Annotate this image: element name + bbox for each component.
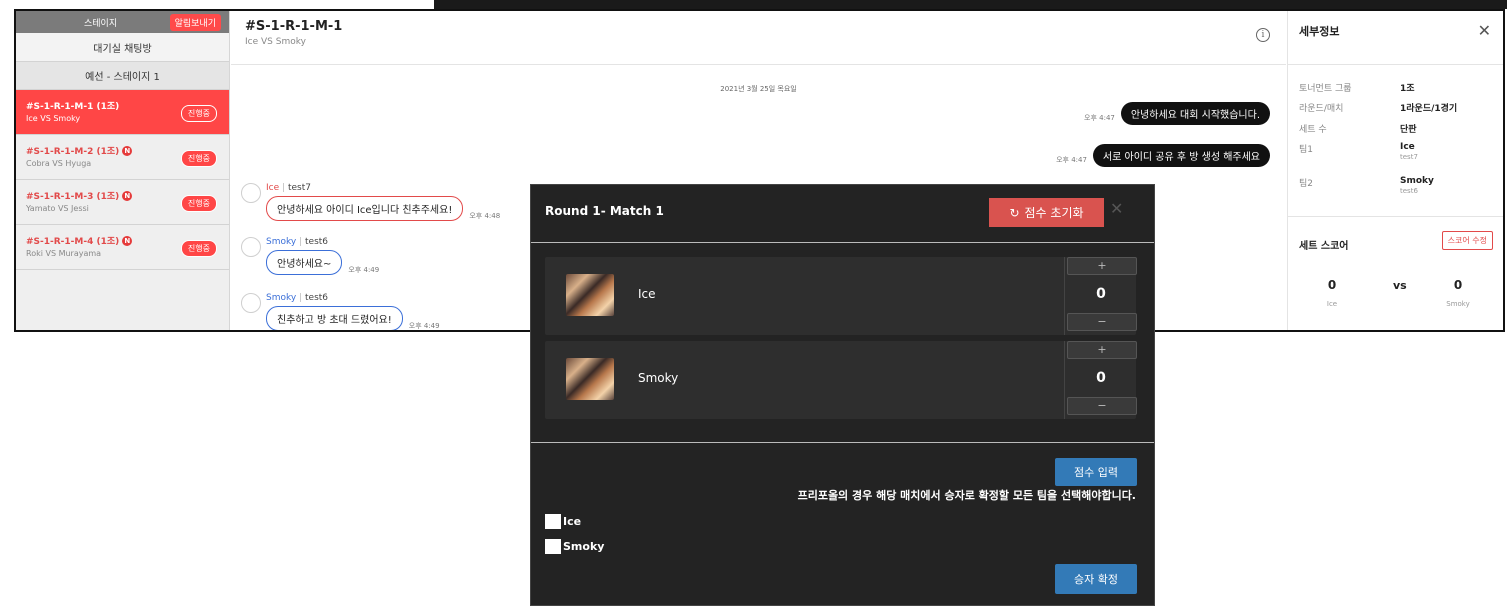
message-bubble: 안녕하세요~ — [266, 250, 343, 275]
message-time: 오후 4:49 — [408, 322, 440, 330]
freeforall-note: 프리포올의 경우 해당 매치에서 승자로 확정할 모든 팀을 선택해야합니다. — [797, 489, 1136, 502]
checkbox[interactable] — [545, 539, 561, 554]
team-score-row: Ice + 0 − — [545, 257, 1137, 335]
match-item-1[interactable]: #S-1-R-1-M-1 (1조) Ice VS Smoky 진행중 — [16, 90, 229, 135]
admin-message: 오후 4:47 안녕하세요 대회 시작했습니다. — [1084, 102, 1270, 125]
field-value: Smoky test6 — [1400, 176, 1434, 195]
team-name: Ice — [638, 287, 656, 301]
divider — [531, 242, 1154, 243]
field-value: 단판 — [1400, 125, 1417, 135]
status-badge: 진행중 — [180, 240, 217, 257]
match-item-2[interactable]: #S-1-R-1-M-2 (1조) N Cobra VS Hyuga 진행중 — [16, 135, 229, 180]
field-label: 팀2 — [1299, 179, 1314, 189]
plus-button[interactable]: + — [1067, 257, 1137, 275]
plus-button[interactable]: + — [1067, 341, 1137, 359]
score-input-button[interactable]: 점수 입력 — [1055, 458, 1137, 486]
score-value: 0 — [1096, 370, 1106, 386]
minus-button[interactable]: − — [1067, 397, 1137, 415]
group-header: 예선 - 스테이지 1 — [16, 62, 229, 90]
top-dark-strip — [434, 0, 1507, 9]
message-time: 오후 4:47 — [1056, 156, 1087, 164]
detail-title: 세부정보 — [1299, 25, 1340, 38]
match-sidebar: 스테이지 알림보내기 대기실 채팅방 예선 - 스테이지 1 #S-1-R-1-… — [16, 11, 230, 330]
field-label: 팀1 — [1299, 145, 1314, 155]
team-avatar — [566, 274, 614, 316]
refresh-icon: ↻ — [1009, 205, 1020, 220]
winner-checkbox-ice[interactable]: Ice — [545, 514, 581, 529]
close-icon[interactable]: ✕ — [1110, 199, 1123, 218]
checkbox[interactable] — [545, 514, 561, 529]
score-value: 0 — [1096, 286, 1106, 302]
field-value: 1조 — [1400, 84, 1415, 94]
field-value: Ice test7 — [1400, 142, 1418, 161]
sender: Smoky | test6 — [266, 293, 329, 303]
score-stepper: + 0 − — [1064, 341, 1137, 419]
message-bubble: 안녕하세요 대회 시작했습니다. — [1120, 102, 1270, 125]
message-bubble: 안녕하세요 아이디 Ice입니다 친추주세요! — [266, 196, 464, 221]
message-time: 오후 4:48 — [469, 212, 501, 220]
message-time: 오후 4:47 — [1084, 114, 1115, 122]
team-name: Smoky — [638, 371, 679, 385]
stage-label: 스테이지 — [84, 18, 118, 29]
new-badge: N — [122, 235, 133, 246]
sidebar-header: 스테이지 알림보내기 — [16, 11, 229, 33]
message-bubble: 서로 아이디 공유 후 방 생성 해주세요 — [1092, 144, 1270, 167]
score-edit-button[interactable]: 스코어 수정 — [1441, 231, 1493, 250]
avatar — [241, 237, 261, 257]
new-badge: N — [122, 190, 133, 201]
modal-title: Round 1- Match 1 — [545, 204, 664, 218]
set-score-section: 세트 스코어 스코어 수정 — [1288, 216, 1503, 253]
chat-date: 2021년 3월 25일 목요일 — [720, 85, 797, 93]
chat-header: #S-1-R-1-M-1 Ice VS Smoky i — [231, 11, 1286, 65]
match-item-3[interactable]: #S-1-R-1-M-3 (1조) N Yamato VS Jessi 진행중 — [16, 180, 229, 225]
status-badge: 진행중 — [180, 105, 217, 122]
reset-score-button[interactable]: ↻ 점수 초기화 — [989, 198, 1104, 227]
message-bubble: 친추하고 방 초대 드렸어요! — [266, 306, 403, 330]
score-left: 0 Ice — [1326, 278, 1338, 308]
field-label: 세트 수 — [1299, 125, 1327, 135]
status-badge: 진행중 — [180, 150, 217, 167]
sender: Ice | test7 — [266, 183, 311, 193]
admin-message: 오후 4:47 서로 아이디 공유 후 방 생성 해주세요 — [1056, 144, 1270, 167]
vs-label: vs — [1393, 279, 1407, 292]
minus-button[interactable]: − — [1067, 313, 1137, 331]
field-value: 1라운드/1경기 — [1400, 104, 1458, 114]
new-badge: N — [122, 145, 133, 156]
confirm-winner-button[interactable]: 승자 확정 — [1055, 564, 1137, 594]
detail-header: 세부정보 ✕ — [1288, 11, 1503, 65]
detail-panel: 세부정보 ✕ 토너먼트 그룹 1조 라운드/매치 1라운드/1경기 세트 수 단… — [1287, 11, 1503, 330]
avatar — [241, 293, 261, 313]
score-modal: Round 1- Match 1 ↻ 점수 초기화 ✕ Ice + 0 − Sm… — [530, 184, 1155, 606]
send-alert-button[interactable]: 알림보내기 — [169, 13, 221, 31]
winner-checkbox-smoky[interactable]: Smoky — [545, 539, 604, 554]
team-score-row: Smoky + 0 − — [545, 341, 1137, 419]
team-avatar — [566, 358, 614, 400]
score-stepper: + 0 − — [1064, 257, 1137, 335]
set-score-title: 세트 스코어 — [1299, 241, 1349, 252]
waiting-room-item[interactable]: 대기실 채팅방 — [16, 33, 229, 62]
field-label: 라운드/매치 — [1299, 104, 1344, 114]
status-badge: 진행중 — [180, 195, 217, 212]
score-right: 0 Smoky — [1446, 278, 1470, 308]
info-icon[interactable]: i — [1256, 28, 1270, 42]
message-time: 오후 4:49 — [348, 266, 380, 274]
sender: Smoky | test6 — [266, 237, 329, 247]
field-label: 토너먼트 그룹 — [1299, 84, 1352, 94]
divider — [531, 442, 1154, 443]
chat-title: #S-1-R-1-M-1 — [245, 19, 343, 34]
chat-subtitle: Ice VS Smoky — [245, 37, 306, 47]
match-item-4[interactable]: #S-1-R-1-M-4 (1조) N Roki VS Murayama 진행중 — [16, 225, 229, 270]
close-icon[interactable]: ✕ — [1478, 21, 1491, 40]
avatar — [241, 183, 261, 203]
